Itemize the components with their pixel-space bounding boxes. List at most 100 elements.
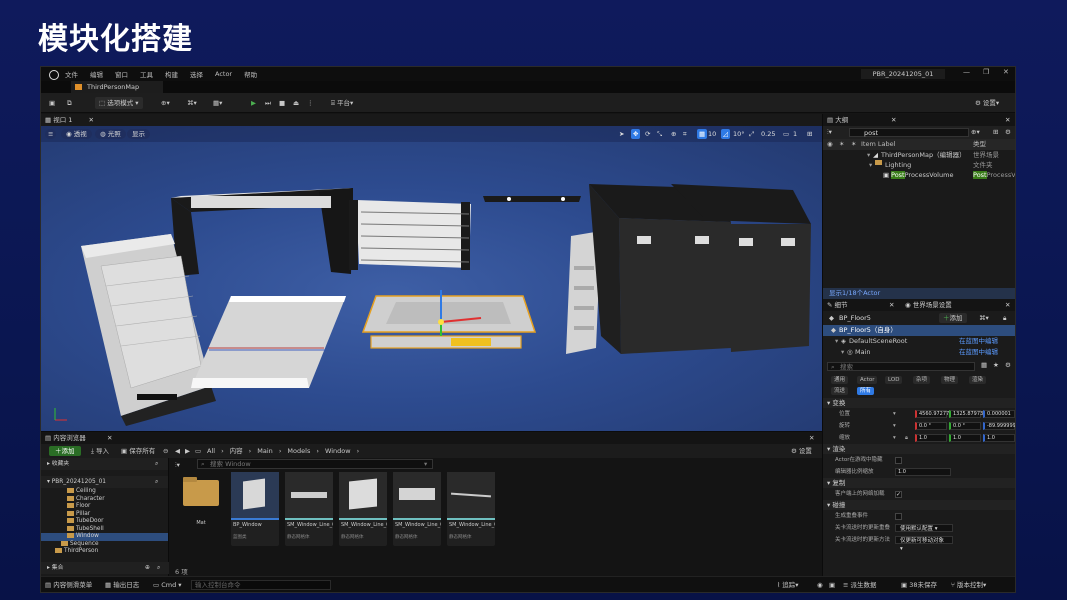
menu-build[interactable]: 构建 [165, 69, 178, 79]
grid-view-icon[interactable]: ▦ [981, 360, 987, 371]
location-y-field[interactable]: 1325.87973 [949, 410, 983, 418]
component-row-root[interactable]: ◆ BP_Floor5（自身） [823, 325, 1015, 336]
expand-icon[interactable]: ▾ [835, 336, 838, 347]
tree-folder-sequence[interactable]: Sequence [41, 540, 168, 549]
component-row-scene[interactable]: ▾ ◈ DefaultSceneRoot 在蓝图中编辑 [823, 336, 1015, 347]
outliner-search-input[interactable]: post [849, 128, 969, 137]
filter-general[interactable]: 通用 [831, 376, 849, 384]
cmd-dropdown[interactable]: ▭ Cmd ▾ [153, 580, 182, 590]
output-log-button[interactable]: ▦ 输出日志 [105, 580, 139, 590]
editor-scale-field[interactable]: 1.0 [895, 468, 951, 476]
filter-icon[interactable]: ⫶▾ [827, 128, 832, 137]
lock-icon[interactable]: 🔒︎ [1003, 311, 1006, 325]
close-panel-icon[interactable]: ✕ [1005, 299, 1010, 311]
visibility-icon[interactable]: ◉ [827, 139, 833, 150]
search-icon[interactable]: ⌕ [155, 476, 158, 488]
asset-tile-sm-window-mid[interactable]: SM_Window_Line_02_Mid_Low001 静态网格体 [339, 472, 387, 546]
expand-icon[interactable]: ▾ [867, 150, 870, 160]
outliner-row[interactable]: ▾ ◢ ThirdPersonMap（编辑器） 世界场景 [823, 150, 1015, 160]
asset-tile-sm-window-tube[interactable]: SM_Window_Line_02_Tube_Low001 静态网格体 [447, 472, 495, 546]
col-type[interactable]: 类型 [973, 139, 986, 150]
filter-streaming[interactable]: 流送 [831, 387, 849, 395]
asset-tile-bp-window[interactable]: BP_Window 蓝图类 [231, 472, 279, 546]
details-search-input[interactable]: ⌕ 搜索 [827, 362, 975, 371]
console-input[interactable]: 输入控制台命令 [191, 580, 331, 590]
edit-in-blueprint-link[interactable]: 在蓝图中编辑 [959, 347, 998, 358]
tab-content-browser[interactable]: ▤ 内容浏览器 [45, 432, 86, 444]
search-icon[interactable]: ⌕ [155, 458, 158, 470]
screenshot-icon[interactable]: ▣ [829, 580, 835, 590]
filter-all[interactable]: 所有 [857, 387, 875, 395]
close-icon[interactable]: ✕ [1003, 68, 1009, 76]
close-panel-icon[interactable]: ✕ [809, 432, 814, 444]
play-icon[interactable]: ▶ [251, 97, 256, 109]
add-filter-icon[interactable]: ⊕▾ [971, 128, 980, 136]
derived-data-button[interactable]: ≡ 派生数据 [843, 580, 877, 590]
component-row-main[interactable]: ▾ ◎ Main 在蓝图中编辑 [823, 347, 1015, 358]
hidden-checkbox[interactable] [895, 457, 902, 464]
add-collection-icon[interactable]: ⊕ [145, 562, 150, 574]
trace-button[interactable]: ⌇ 追踪▾ [777, 580, 799, 590]
add-component-button[interactable]: ＋添加 [939, 313, 967, 323]
dropdown-icon[interactable]: ▾ [893, 420, 896, 432]
save-icon[interactable]: ▣ [49, 97, 55, 109]
content-drawer-button[interactable]: ▤ 内容侧滑菜单 [45, 580, 92, 590]
outliner-settings-icon[interactable]: ⚙ [1005, 128, 1011, 136]
lock-icon[interactable]: ✶ [851, 139, 856, 150]
dropdown-icon[interactable]: ▾ [893, 408, 896, 420]
tree-folder-thirdperson[interactable]: ThirdPerson [41, 548, 168, 556]
tree-folder-window[interactable]: Window [41, 533, 168, 541]
add-button[interactable]: ＋添加 [49, 446, 81, 456]
close-tab-icon[interactable]: ✕ [891, 114, 896, 126]
collections-header[interactable]: ▸ 集合 ⊕ ⌕ [41, 562, 169, 574]
breadcrumb-item[interactable]: Models [287, 446, 310, 456]
tab-outliner[interactable]: ▤ 大纲 ✕ ✕ [823, 114, 1015, 126]
breadcrumb-item[interactable]: All [207, 446, 215, 456]
unreal-logo-icon[interactable] [49, 70, 59, 80]
tab-details[interactable]: ✎ 细节 [827, 301, 848, 309]
folder-add-icon[interactable]: ⊞ [993, 128, 998, 136]
menu-edit[interactable]: 编辑 [90, 69, 103, 79]
menu-actor[interactable]: Actor [215, 70, 232, 78]
location-z-field[interactable]: 0.000001 [983, 410, 1015, 418]
asset-search-input[interactable]: ⌕ 搜索 Window ▾ [197, 459, 433, 469]
favorites-header[interactable]: ▸ 收藏夹 ⌕ [41, 458, 168, 470]
filter-physics[interactable]: 物理 [941, 376, 959, 384]
menu-file[interactable]: 文件 [65, 69, 78, 79]
close-tab-icon[interactable]: ✕ [889, 299, 894, 311]
blueprint-icon[interactable]: ⌘▾ [187, 97, 197, 109]
filter-misc[interactable]: 杂项 [913, 376, 931, 384]
filter-lod[interactable]: LOD [885, 376, 903, 384]
asset-tile-sm-window-top[interactable]: SM_Window_Line_02_Top_Low001 静态网格体 [393, 472, 441, 546]
gen-overlap-checkbox[interactable] [895, 513, 902, 520]
tab-viewport[interactable]: ▦ 视口 1 ✕ [45, 114, 94, 126]
import-button[interactable]: ⤓ 导入 [91, 446, 109, 456]
expand-icon[interactable]: ▾ [869, 160, 872, 170]
close-tab-icon[interactable]: ✕ [89, 116, 94, 124]
tab-world-settings[interactable]: ◉ 世界场景设置 [905, 299, 952, 311]
close-tab-icon[interactable]: ✕ [107, 432, 112, 444]
tree-folder-pillar[interactable]: Pillar [41, 510, 168, 519]
camera-icon[interactable]: ◉ [817, 580, 823, 590]
net-load-checkbox[interactable]: ✓ [895, 491, 902, 498]
menu-select[interactable]: 选择 [190, 69, 203, 79]
tree-folder-floor[interactable]: Floor [41, 503, 168, 511]
rotation-y-field[interactable]: 0.0 ° [949, 422, 981, 430]
search-icon[interactable]: ⌕ [157, 562, 160, 574]
platform-button[interactable]: ⌸ 平台▾ [331, 97, 353, 109]
pin-icon[interactable]: ✶ [839, 139, 844, 150]
overlap-update-dropdown[interactable]: 仅更新可移动对象 ▾ [895, 536, 953, 552]
menu-window[interactable]: 窗口 [115, 69, 128, 79]
tree-folder-tubeshell[interactable]: TubeShell [41, 525, 168, 534]
save-all-button[interactable]: ▣ 保存所有 [121, 446, 155, 456]
breadcrumb-item[interactable]: Main [257, 446, 273, 456]
maximize-icon[interactable]: ❐ [983, 68, 989, 76]
breadcrumb-item[interactable]: Window [325, 446, 351, 456]
select-mode-dropdown[interactable]: ⬚ 选项模式 ▾ [95, 97, 143, 109]
expand-icon[interactable]: ▾ [841, 347, 844, 358]
history-back-icon[interactable]: ⊖ [163, 446, 168, 456]
actor-name[interactable]: BP_Floor5 [839, 311, 871, 325]
close-panel-icon[interactable]: ✕ [1005, 114, 1010, 126]
section-transform[interactable]: ▾ 变换 [823, 398, 1015, 408]
asset-filter-icon[interactable]: ⫶▾ [175, 460, 180, 470]
